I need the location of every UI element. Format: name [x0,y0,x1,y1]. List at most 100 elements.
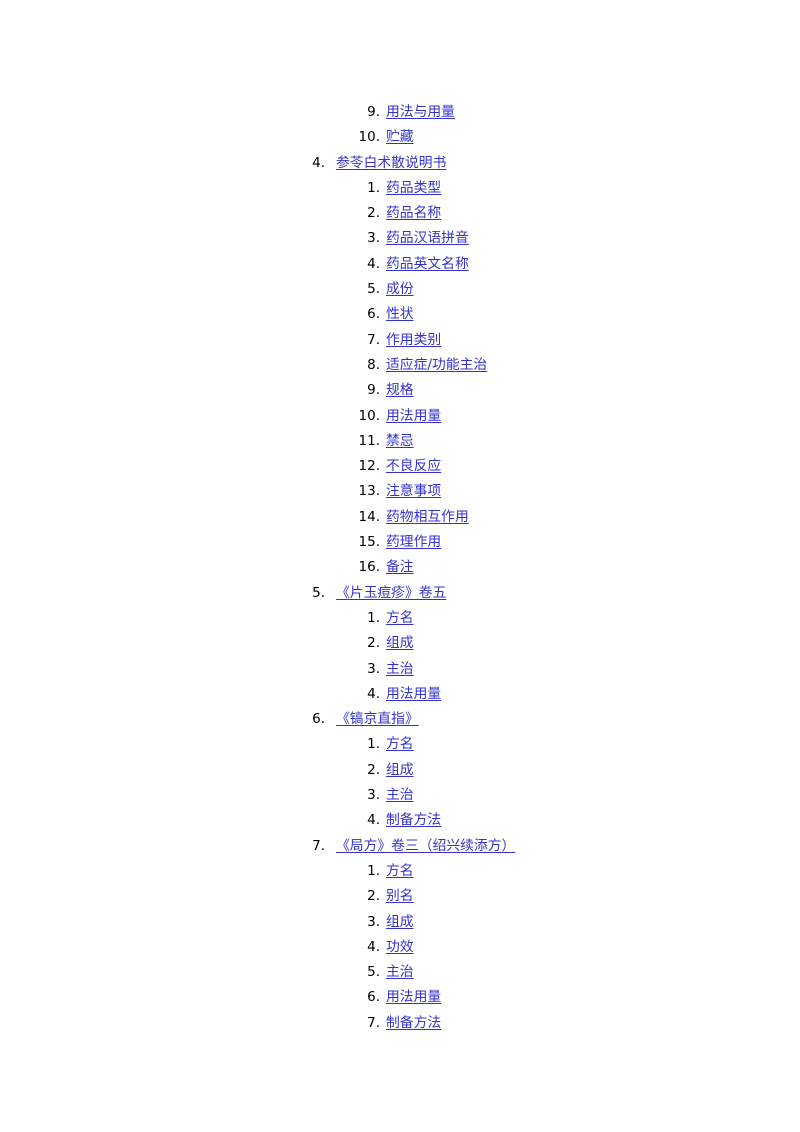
toc-entry[interactable]: 5. 主治 [0,960,800,985]
toc-entry[interactable]: 9. 用法与用量 [0,100,800,125]
toc-entry-link[interactable]: 主治 [386,657,414,682]
toc-entry-number: 4. [367,685,380,702]
toc-entry-link[interactable]: 成份 [386,277,414,302]
toc-entry-number: 1. [367,179,380,196]
toc-entry[interactable]: 1. 方名 [0,606,800,631]
toc-entry-number: 8. [367,356,380,373]
toc-entry[interactable]: 4. 功效 [0,935,800,960]
toc-entry-link[interactable]: 功效 [386,935,414,960]
toc-entry[interactable]: 4. 参苓白术散说明书 [0,151,800,176]
toc-entry-number: 4. [312,154,325,171]
toc-entry-link[interactable]: 用法与用量 [386,100,455,125]
toc-entry-number: 10. [358,407,380,424]
toc-entry-link[interactable]: 用法用量 [386,404,441,429]
toc-entry[interactable]: 6. 用法用量 [0,985,800,1010]
toc-entry-link[interactable]: 药品类型 [386,176,441,201]
toc-entry-link[interactable]: 不良反应 [386,454,441,479]
toc-entry-link[interactable]: 方名 [386,732,414,757]
toc-entry-link[interactable]: 药品名称 [386,201,441,226]
document-page: 9. 用法与用量 10. 贮藏 4. 参苓白术散说明书 1. 药品类型 2. 药品名称 3. 药品汉语… [0,0,800,1132]
toc-entry-number: 10. [358,129,380,146]
toc-entry[interactable]: 6. 《镐京直指》 [0,707,800,732]
toc-entry-number: 2. [367,761,380,778]
toc-entry-number: 2. [367,635,380,652]
toc-entry-number: 2. [367,205,380,222]
toc-entry[interactable]: 8. 适应症/功能主治 [0,353,800,378]
toc-entry-link[interactable]: 规格 [386,378,414,403]
toc-entry[interactable]: 4. 用法用量 [0,682,800,707]
toc-entry-link[interactable]: 备注 [386,555,414,580]
toc-entry[interactable]: 6. 性状 [0,302,800,327]
toc-entry-number: 3. [367,787,380,804]
toc-entry-link[interactable]: 贮藏 [386,125,414,150]
toc-entry[interactable]: 9. 规格 [0,378,800,403]
toc-entry-link[interactable]: 制备方法 [386,808,441,833]
toc-entry-number: 6. [367,306,380,323]
toc-entry-link[interactable]: 《局方》卷三（绍兴续添方） [336,834,515,859]
toc-entry-number: 7. [367,1014,380,1031]
toc-entry-link[interactable]: 药物相互作用 [386,505,469,530]
toc-entry-link[interactable]: 药理作用 [386,530,441,555]
toc-entry-link[interactable]: 组成 [386,758,414,783]
toc-entry-link[interactable]: 适应症/功能主治 [386,353,487,378]
toc-entry-number: 7. [367,331,380,348]
toc-entry-link[interactable]: 参苓白术散说明书 [336,151,446,176]
toc-entry[interactable]: 4. 药品英文名称 [0,252,800,277]
toc-entry[interactable]: 5. 《片玉痘疹》卷五 [0,581,800,606]
toc-entry-link[interactable]: 注意事项 [386,479,441,504]
toc-entry-number: 11. [358,432,380,449]
toc-entry-link[interactable]: 制备方法 [386,1011,441,1036]
toc-entry-number: 5. [367,964,380,981]
toc-entry-link[interactable]: 主治 [386,960,414,985]
toc-entry-number: 4. [367,255,380,272]
toc-entry-link[interactable]: 《片玉痘疹》卷五 [336,581,446,606]
toc-entry-link[interactable]: 《镐京直指》 [336,707,419,732]
toc-entry-link[interactable]: 方名 [386,606,414,631]
toc-entry-link[interactable]: 用法用量 [386,682,441,707]
toc-entry[interactable]: 2. 别名 [0,884,800,909]
toc-entry[interactable]: 1. 药品类型 [0,176,800,201]
toc-entry-number: 14. [358,508,380,525]
toc-entry-number: 13. [358,483,380,500]
toc-entry-number: 1. [367,862,380,879]
toc-entry[interactable]: 10. 贮藏 [0,125,800,150]
toc-entry[interactable]: 15. 药理作用 [0,530,800,555]
toc-entry[interactable]: 7. 作用类别 [0,328,800,353]
toc-entry-number: 15. [358,534,380,551]
toc-entry-link[interactable]: 禁忌 [386,429,414,454]
toc-entry[interactable]: 16. 备注 [0,555,800,580]
toc-entry-link[interactable]: 组成 [386,631,414,656]
toc-entry[interactable]: 7. 制备方法 [0,1011,800,1036]
toc-entry-number: 4. [367,938,380,955]
toc-entry[interactable]: 2. 药品名称 [0,201,800,226]
toc-entry[interactable]: 4. 制备方法 [0,808,800,833]
toc-entry-link[interactable]: 药品汉语拼音 [386,226,469,251]
toc-entry-number: 3. [367,913,380,930]
toc-entry[interactable]: 7. 《局方》卷三（绍兴续添方） [0,834,800,859]
toc-entry[interactable]: 11. 禁忌 [0,429,800,454]
toc-entry[interactable]: 3. 组成 [0,910,800,935]
toc-entry[interactable]: 12. 不良反应 [0,454,800,479]
toc-entry-link[interactable]: 作用类别 [386,328,441,353]
toc-entry[interactable]: 3. 药品汉语拼音 [0,226,800,251]
toc-entry[interactable]: 13. 注意事项 [0,479,800,504]
toc-entry[interactable]: 5. 成份 [0,277,800,302]
toc-entry-link[interactable]: 组成 [386,910,414,935]
toc-entry[interactable]: 1. 方名 [0,732,800,757]
toc-entry-link[interactable]: 药品英文名称 [386,252,469,277]
toc-entry-number: 5. [367,281,380,298]
toc-entry-number: 1. [367,609,380,626]
toc-entry-link[interactable]: 性状 [386,302,414,327]
toc-entry[interactable]: 2. 组成 [0,758,800,783]
toc-entry[interactable]: 1. 方名 [0,859,800,884]
toc-entry-link[interactable]: 主治 [386,783,414,808]
toc-entry[interactable]: 2. 组成 [0,631,800,656]
toc-entry[interactable]: 14. 药物相互作用 [0,505,800,530]
toc-entry-link[interactable]: 用法用量 [386,985,441,1010]
toc-entry-link[interactable]: 别名 [386,884,414,909]
toc-entry[interactable]: 10. 用法用量 [0,404,800,429]
toc-entry[interactable]: 3. 主治 [0,657,800,682]
toc-entry-number: 1. [367,736,380,753]
toc-entry[interactable]: 3. 主治 [0,783,800,808]
toc-entry-link[interactable]: 方名 [386,859,414,884]
